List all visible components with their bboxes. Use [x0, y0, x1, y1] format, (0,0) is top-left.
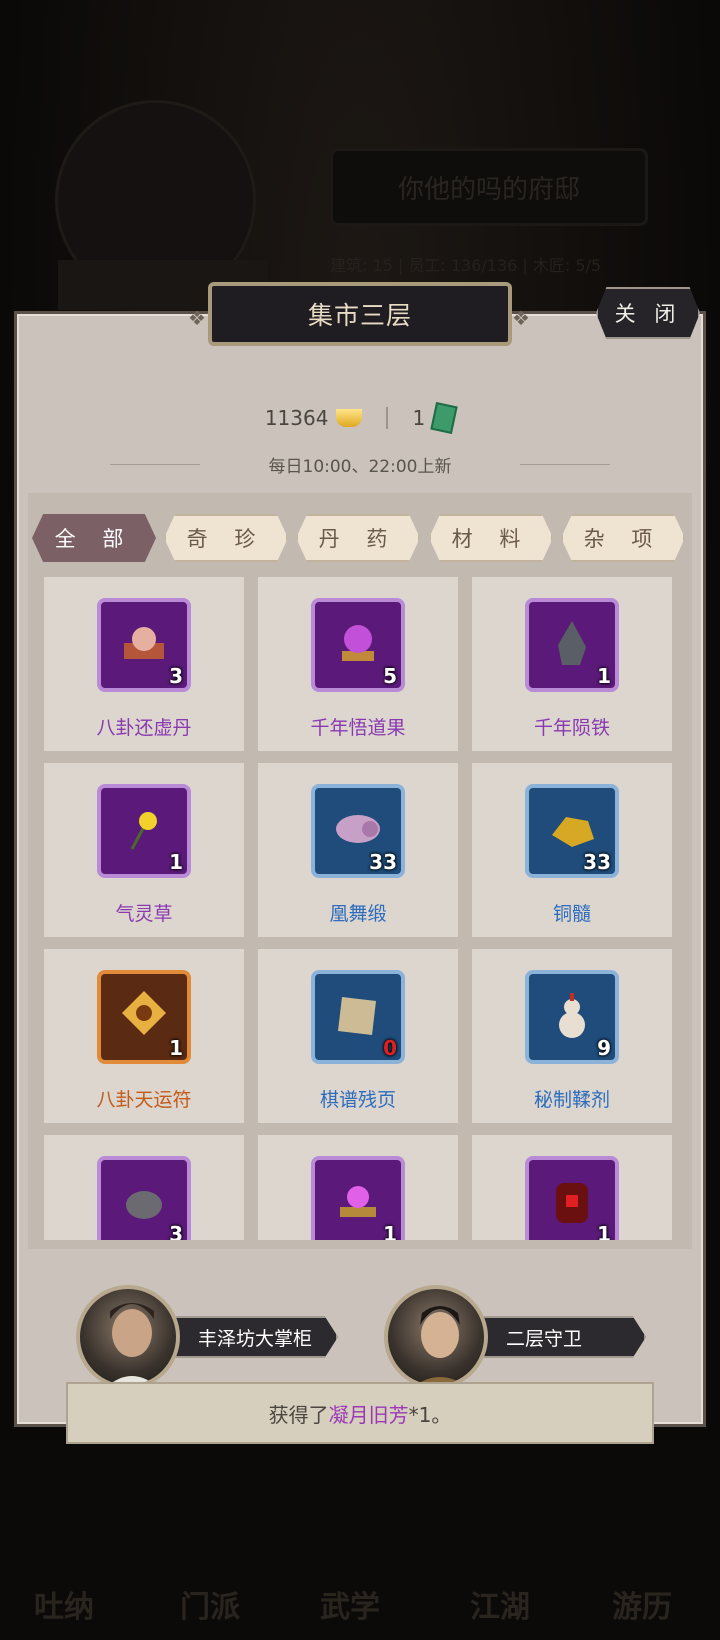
item-card[interactable]: 1 千年陨铁 — [472, 577, 672, 751]
npc-name-label: 二层守卫 — [478, 1316, 646, 1358]
item-card[interactable]: 1 气灵草 — [44, 763, 244, 937]
item-count: 9 — [597, 1036, 611, 1060]
item-name: 八卦天运符 — [96, 1089, 192, 1111]
nav-item-jianghu: 江湖 — [470, 1590, 530, 1625]
item-count: 1 — [169, 850, 183, 874]
tab-pills[interactable]: 丹 药 — [296, 514, 420, 562]
tab-materials[interactable]: 材 料 — [429, 514, 553, 562]
fruit-icon — [328, 613, 388, 677]
item-icon-frame: 1 — [525, 1156, 619, 1240]
item-name: 铜髓 — [552, 903, 591, 925]
talisman-icon — [114, 985, 174, 1049]
item-card[interactable]: 3 八卦还虚丹 — [44, 577, 244, 751]
gourd-icon — [542, 985, 602, 1049]
reward-toast: 获得了 凝月旧芳 *1。 — [66, 1382, 654, 1444]
item-count: 1 — [169, 1036, 183, 1060]
herb-icon — [114, 799, 174, 863]
item-name: 凰舞缎 — [329, 903, 387, 925]
item-card[interactable]: 0 棋谱残页 — [258, 949, 458, 1123]
item-card[interactable]: 5 千年悟道果 — [258, 577, 458, 751]
tab-all[interactable]: 全 部 — [32, 514, 156, 562]
nav-item-martial: 武学 — [320, 1590, 380, 1625]
item-icon-frame: 0 — [311, 970, 405, 1064]
toast-prefix: 获得了 — [268, 1402, 329, 1427]
item-count: 0 — [383, 1036, 397, 1060]
item-icon-frame: 3 — [97, 598, 191, 692]
estate-stats: 建筑: 15 | 员工: 136/136 | 木匠: 5/5 — [330, 256, 602, 275]
panel-title-text: 集市三层 — [307, 301, 412, 330]
orb-box-icon — [328, 1171, 388, 1235]
item-icon-frame: 1 — [97, 970, 191, 1064]
item-card[interactable]: 9 秘制鞣剂 — [472, 949, 672, 1123]
item-name: 千年陨铁 — [533, 717, 610, 739]
item-card[interactable]: 1 八卦天运符 — [44, 949, 244, 1123]
item-count: 3 — [169, 664, 183, 688]
stone-icon — [114, 1171, 174, 1235]
avatar — [384, 1285, 488, 1389]
tab-treasures[interactable]: 奇 珍 — [164, 514, 288, 562]
npc-name-label: 丰泽坊大掌柜 — [170, 1316, 338, 1358]
item-icon-frame: 1 — [97, 784, 191, 878]
item-icon-frame: 5 — [311, 598, 405, 692]
item-icon-frame: 1 — [311, 1156, 405, 1240]
item-icon-frame: 3 — [97, 1156, 191, 1240]
currency-divider — [386, 407, 389, 429]
toast-suffix: *1。 — [408, 1402, 452, 1427]
item-icon-frame: 33 — [311, 784, 405, 878]
title-deco-left: ❖ — [188, 306, 206, 330]
pill-box-icon — [114, 613, 174, 677]
gold-amount: 11364 — [264, 406, 329, 430]
item-count: 5 — [383, 664, 397, 688]
item-name: 气灵草 — [115, 903, 173, 925]
nav-item-tuna: 吐纳 — [34, 1590, 94, 1625]
jade-amount: 1 — [412, 406, 426, 430]
panel-title: 集市三层 — [208, 282, 512, 346]
meteorite-icon — [542, 613, 602, 677]
item-icon-frame: 9 — [525, 970, 619, 1064]
title-deco-right: ❖ — [512, 306, 530, 330]
nav-item-sect: 门派 — [180, 1590, 240, 1625]
tab-misc[interactable]: 杂 项 — [561, 514, 685, 562]
item-name: 秘制鞣剂 — [533, 1089, 610, 1111]
item-card[interactable]: 33 凰舞缎 — [258, 763, 458, 937]
item-count: 33 — [369, 850, 397, 874]
item-count: 33 — [583, 850, 611, 874]
estate-name: 你他的吗的府邸 — [330, 148, 648, 226]
item-icon-frame: 1 — [525, 598, 619, 692]
item-name: 八卦还虚丹 — [96, 717, 192, 739]
nav-item-travel: 游历 — [612, 1590, 672, 1625]
jade-token-icon — [430, 402, 458, 434]
gold-ingot-icon — [336, 409, 363, 427]
close-button[interactable]: 关 闭 — [596, 287, 700, 339]
item-name: 千年悟道果 — [310, 717, 406, 739]
item-count: 1 — [597, 664, 611, 688]
item-card[interactable]: 33 铜髓 — [472, 763, 672, 937]
toast-item-name: 凝月旧芳 — [328, 1402, 409, 1427]
item-icon-frame: 33 — [525, 784, 619, 878]
jar-icon — [542, 1171, 602, 1235]
currency-bar: 11364 1 — [0, 402, 720, 434]
refresh-time: 每日10:00、22:00上新 — [268, 457, 452, 477]
avatar — [76, 1285, 180, 1389]
scroll-page-icon — [328, 985, 388, 1049]
item-name: 棋谱残页 — [319, 1089, 396, 1111]
